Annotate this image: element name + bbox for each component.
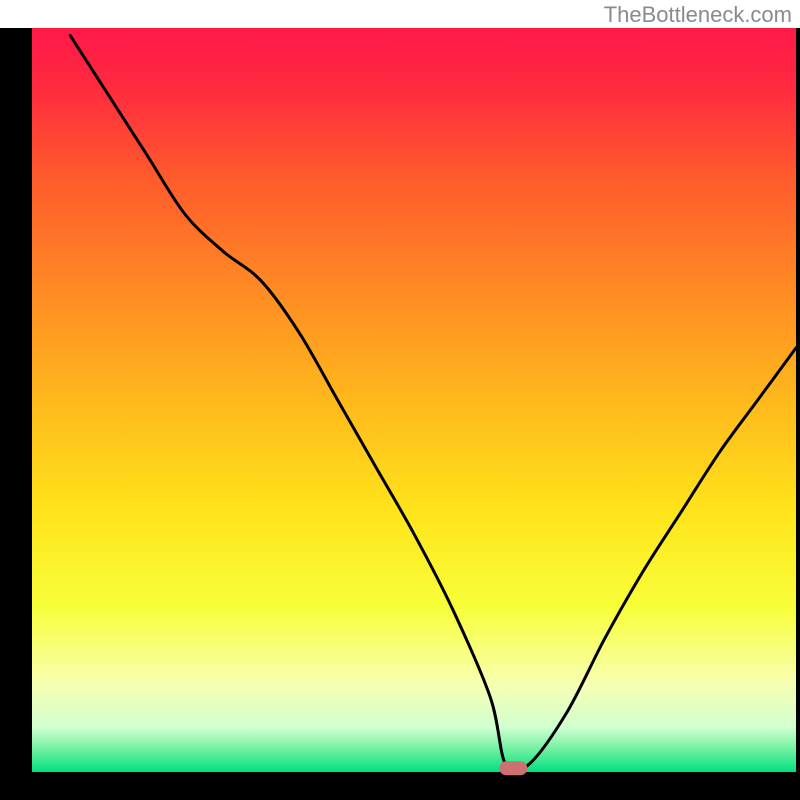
marker-optimal-point xyxy=(499,761,527,775)
attribution-label: TheBottleneck.com xyxy=(604,2,792,28)
right-border xyxy=(796,28,800,772)
plot-area xyxy=(0,28,800,800)
y-axis-bar xyxy=(0,28,32,800)
gradient-background xyxy=(32,28,796,772)
x-axis-bar xyxy=(0,772,800,800)
bottleneck-chart: TheBottleneck.com xyxy=(0,0,800,800)
chart-canvas xyxy=(0,0,800,800)
